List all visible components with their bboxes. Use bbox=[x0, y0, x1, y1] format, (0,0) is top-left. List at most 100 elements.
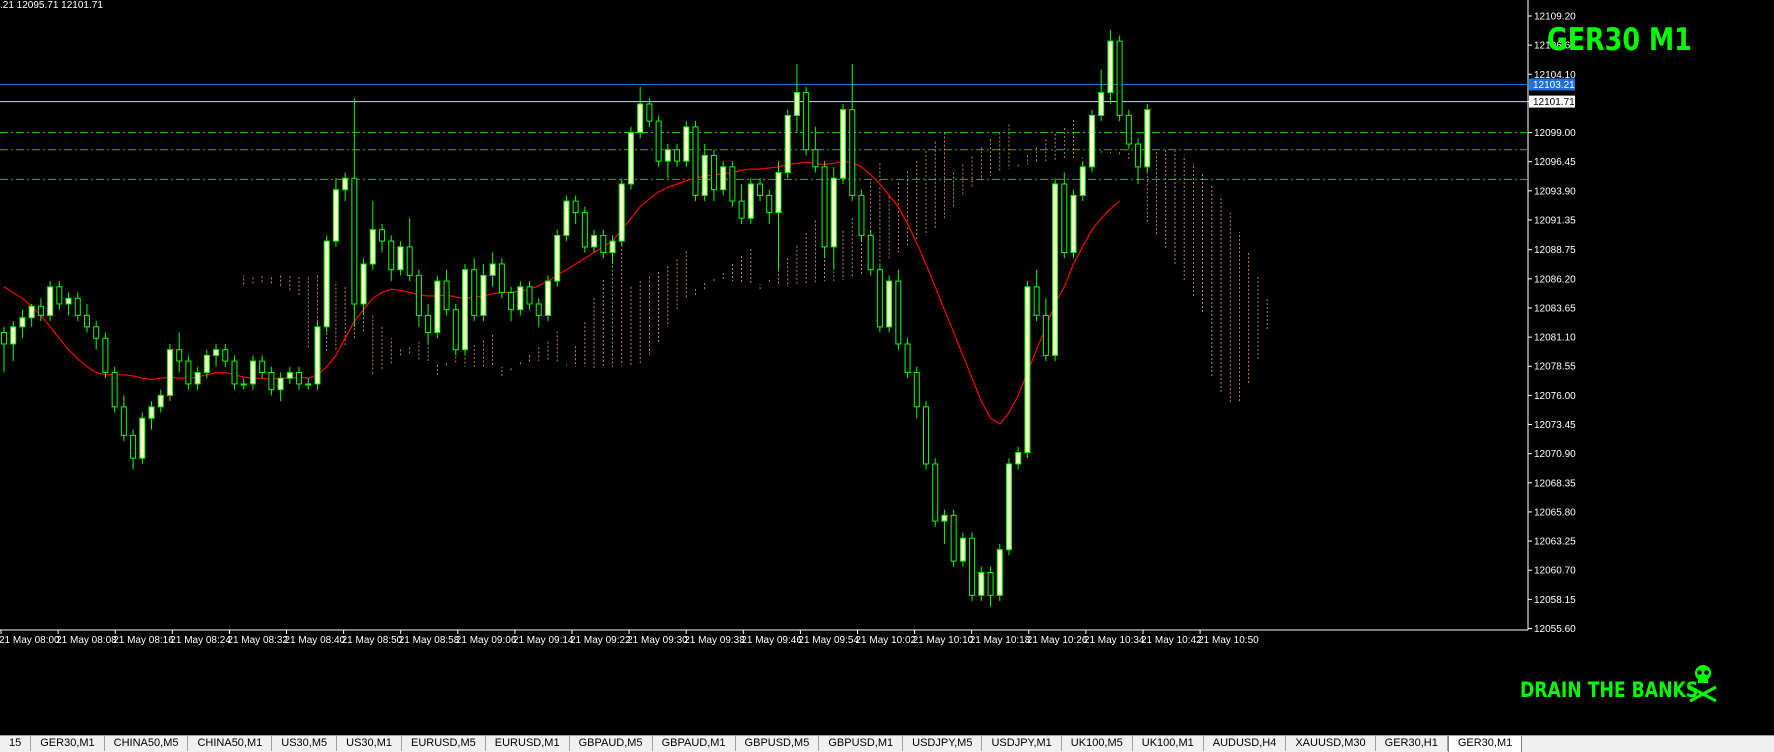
time-label: 21 May 09:54 bbox=[798, 635, 859, 646]
time-label: 21 May 10:34 bbox=[1084, 635, 1145, 646]
candle-bull bbox=[609, 240, 616, 254]
candle-bear bbox=[452, 309, 459, 351]
chart-tab[interactable]: AUDUSD,H4 bbox=[1204, 736, 1287, 751]
chart-tab[interactable]: GER30,M1 bbox=[31, 736, 105, 751]
candle-bear bbox=[222, 349, 229, 362]
chart-tab[interactable]: EURUSD,M1 bbox=[486, 736, 570, 751]
candle-bear bbox=[803, 92, 810, 151]
chart-area[interactable]: 12109.2012106.6512104.1012101.7112099.00… bbox=[0, 0, 1774, 751]
chart-tab[interactable]: GBPAUD,M5 bbox=[570, 736, 653, 751]
candle-bear bbox=[1, 332, 7, 345]
candle-bull bbox=[369, 229, 376, 265]
candle-bear bbox=[425, 314, 432, 334]
candle-bull bbox=[19, 317, 26, 328]
candle-bear bbox=[1042, 314, 1049, 356]
chart-tab[interactable]: CHINA50,M1 bbox=[188, 736, 273, 751]
time-label: 21 May 09:06 bbox=[456, 635, 517, 646]
candle-bull bbox=[360, 263, 367, 305]
candle-bull bbox=[305, 383, 312, 386]
candle-bear bbox=[56, 286, 63, 305]
chart-tab[interactable]: UK100,M1 bbox=[1133, 736, 1204, 751]
candle-bear bbox=[406, 246, 413, 276]
candle-bear bbox=[757, 183, 764, 196]
candle-bear bbox=[710, 154, 717, 191]
candle-bull bbox=[1024, 286, 1031, 454]
candle-bull bbox=[28, 305, 35, 319]
footer-slogan: DRAIN THE BANKS bbox=[1520, 678, 1699, 702]
chart-tab[interactable]: USDJPY,M5 bbox=[903, 736, 983, 751]
skull-crossbones-icon bbox=[1689, 665, 1717, 703]
candle-bull bbox=[886, 280, 893, 328]
candle-bull bbox=[840, 109, 847, 179]
candle-bull bbox=[47, 286, 54, 316]
time-label: 21 May 10:26 bbox=[1027, 635, 1088, 646]
price-highlight-label: 12103.21 bbox=[1533, 80, 1575, 91]
candle-bull bbox=[517, 286, 524, 311]
time-label: 21 May 08:00 bbox=[0, 635, 60, 646]
time-label: 21 May 09:46 bbox=[741, 635, 802, 646]
candle-bear bbox=[738, 200, 745, 219]
time-label: 21 May 09:14 bbox=[513, 635, 574, 646]
candle-bull bbox=[139, 417, 146, 459]
price-label: 12076.00 bbox=[1534, 391, 1576, 402]
candle-bear bbox=[526, 286, 533, 305]
chart-tab[interactable]: EURUSD,M5 bbox=[402, 736, 486, 751]
candle-bull bbox=[1144, 109, 1151, 168]
candle-bear bbox=[1061, 183, 1068, 254]
time-label: 21 May 10:02 bbox=[856, 635, 917, 646]
candle-bull bbox=[563, 200, 570, 236]
candle-bull bbox=[148, 406, 155, 419]
chart-tab[interactable]: GBPAUD,M1 bbox=[653, 736, 736, 751]
candle-bull bbox=[203, 354, 210, 374]
candle-bear bbox=[351, 177, 358, 305]
candle-bull bbox=[166, 349, 173, 396]
candle-bull bbox=[397, 246, 404, 271]
chart-tab[interactable]: 15 bbox=[0, 736, 32, 751]
candle-bear bbox=[111, 372, 118, 408]
chart-tab[interactable]: US30,M1 bbox=[337, 736, 402, 751]
price-label: 12088.75 bbox=[1534, 245, 1576, 256]
chart-tab[interactable]: GBPUSD,M1 bbox=[819, 736, 904, 751]
candle-bull bbox=[332, 189, 339, 242]
price-label: 12060.70 bbox=[1534, 566, 1576, 577]
candle-bull bbox=[1107, 40, 1114, 94]
candle-bear bbox=[443, 280, 450, 311]
chart-tab[interactable]: GER30,H1 bbox=[1376, 736, 1448, 751]
chart-tab[interactable]: US30,M5 bbox=[272, 736, 338, 751]
time-label: 21 May 08:32 bbox=[227, 635, 288, 646]
candle-bear bbox=[37, 305, 44, 316]
candle-bear bbox=[130, 434, 137, 459]
price-label: 12093.90 bbox=[1534, 186, 1576, 197]
candle-bear bbox=[895, 280, 902, 345]
candle-bear bbox=[867, 234, 874, 271]
candle-bear bbox=[498, 263, 505, 294]
price-label: 12073.45 bbox=[1534, 420, 1576, 431]
time-label: 21 May 10:18 bbox=[970, 635, 1031, 646]
candle-bear bbox=[692, 126, 699, 196]
candle-bull bbox=[480, 274, 487, 316]
candlestick-chart[interactable]: 12109.2012106.6512104.1012101.7112099.00… bbox=[0, 0, 1774, 735]
chart-tab[interactable]: XAUUSD,M30 bbox=[1286, 736, 1376, 751]
chart-tab[interactable]: GER30,M1 bbox=[1447, 736, 1523, 752]
candle-bear bbox=[1125, 114, 1132, 145]
candle-bull bbox=[683, 126, 690, 162]
candle-bear bbox=[259, 360, 266, 374]
chart-tab[interactable]: GBPUSD,M5 bbox=[736, 736, 820, 751]
time-label: 21 May 09:30 bbox=[627, 635, 688, 646]
candle-bull bbox=[342, 177, 349, 191]
chart-tab[interactable]: CHINA50,M5 bbox=[105, 736, 189, 751]
chart-tab[interactable]: UK100,M5 bbox=[1062, 736, 1133, 751]
price-label: 12058.15 bbox=[1534, 595, 1576, 606]
chart-tab[interactable]: USDJPY,M1 bbox=[982, 736, 1062, 751]
candle-bear bbox=[849, 109, 856, 196]
candle-bear bbox=[969, 537, 976, 596]
candle-bear bbox=[185, 360, 192, 385]
candle-bull bbox=[1098, 92, 1105, 116]
candle-bull bbox=[277, 377, 284, 391]
candle-bear bbox=[471, 269, 478, 316]
candle-bull bbox=[1088, 114, 1095, 168]
candle-bull bbox=[65, 297, 72, 305]
time-label: 21 May 08:16 bbox=[113, 635, 174, 646]
time-label: 21 May 08:40 bbox=[285, 635, 346, 646]
candle-bear bbox=[1116, 40, 1123, 116]
